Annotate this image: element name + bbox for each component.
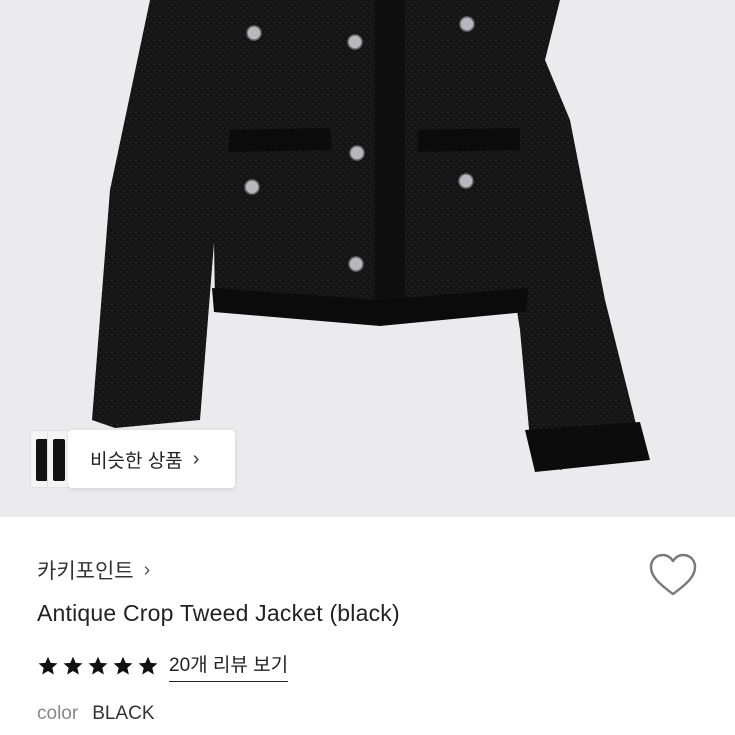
pocket-left bbox=[228, 128, 332, 152]
similar-products-button[interactable]: 비슷한 상품 › bbox=[30, 430, 235, 488]
brand-link[interactable]: 카키포인트 › bbox=[37, 555, 150, 585]
product-image[interactable]: 비슷한 상품 › bbox=[0, 0, 735, 517]
left-sleeve bbox=[92, 0, 215, 428]
brand-name: 카키포인트 bbox=[37, 560, 134, 583]
similar-products-label: 비슷한 상품 bbox=[90, 450, 183, 472]
review-link[interactable]: 20개 리뷰 보기 bbox=[169, 650, 289, 682]
chevron-right-icon: › bbox=[143, 558, 151, 581]
star-icon bbox=[113, 656, 133, 675]
star-icon bbox=[63, 656, 83, 675]
star-icon bbox=[88, 656, 108, 675]
right-cuff bbox=[525, 422, 650, 472]
product-title: Antique Crop Tweed Jacket (black) bbox=[37, 600, 400, 626]
similar-products-pill[interactable]: 비슷한 상품 › bbox=[68, 430, 235, 488]
color-option: color BLACK bbox=[37, 703, 155, 725]
heart-outline-icon[interactable] bbox=[648, 552, 698, 598]
star-icon bbox=[38, 656, 58, 675]
chevron-right-icon: › bbox=[192, 447, 200, 470]
pocket-right bbox=[418, 128, 520, 152]
option-value: BLACK bbox=[92, 703, 155, 724]
placket bbox=[375, 0, 405, 322]
rating-row: 20개 리뷰 보기 bbox=[37, 650, 289, 682]
star-icon bbox=[138, 656, 158, 675]
rating-stars bbox=[37, 655, 159, 677]
option-label: color bbox=[37, 703, 79, 724]
